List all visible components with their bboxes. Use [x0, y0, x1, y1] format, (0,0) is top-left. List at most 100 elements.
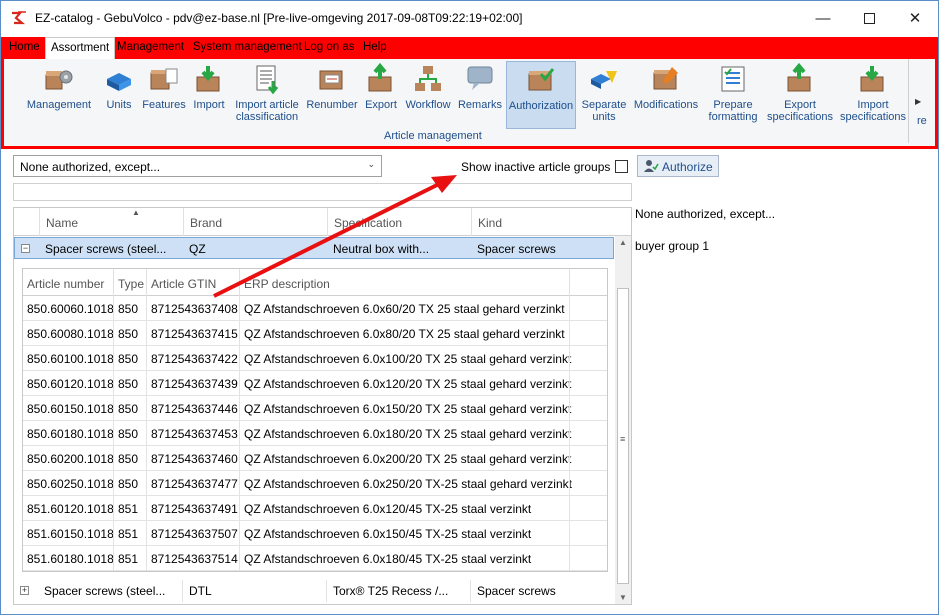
menu-log-on-as[interactable]: Log on as: [304, 41, 355, 53]
column-header-kind[interactable]: Kind: [471, 208, 615, 236]
article-row[interactable]: 850.60080.1018 850 8712543637415 QZ Afstand…: [23, 321, 607, 346]
ribbon-label: Import article classification: [235, 99, 299, 123]
ribbon-label: Units: [106, 99, 132, 111]
menu-assortment[interactable]: Assortment: [45, 37, 116, 59]
article-row[interactable]: 850.60060.1018 850 8712543637408 QZ Afstand…: [23, 296, 607, 321]
menu-bar: Home Assortment Management System manage…: [1, 37, 938, 59]
combo-value: None authorized, except...: [20, 160, 161, 174]
export-icon: [368, 63, 392, 92]
ribbon-prepare-formatting-button[interactable]: Prepare formatting: [704, 61, 762, 129]
ribbon-export-button[interactable]: Export: [362, 61, 400, 129]
menu-help[interactable]: Help: [363, 41, 387, 53]
menu-system-management[interactable]: System management: [193, 41, 302, 53]
erp-description-cell: QZ Afstandschroeven 6.0x80/20 TX 25 staa…: [239, 321, 569, 346]
ribbon-remarks-button[interactable]: Remarks: [456, 61, 504, 129]
article-row[interactable]: 850.60150.1018 850 8712543637446 QZ Afstand…: [23, 396, 607, 421]
spacer-cell: [569, 346, 607, 371]
column-header-article-gtin[interactable]: Article GTIN: [146, 269, 239, 296]
article-row[interactable]: 851.60180.1018 851 8712543637514 QZ Afstand…: [23, 546, 607, 571]
gtin-cell: 8712543637460: [146, 446, 239, 471]
type-cell: 850: [113, 421, 146, 446]
group-kind: Spacer screws: [470, 580, 614, 602]
group-row[interactable]: + Spacer screws (steel... DTL Torx® T25 …: [14, 580, 614, 602]
export-specifications-icon: [787, 63, 811, 92]
article-number-cell: 850.60250.1018: [27, 477, 114, 491]
ribbon-label: Renumber: [306, 99, 358, 111]
article-detail-grid: Article number Type Article GTIN ERP des…: [22, 268, 608, 572]
column-header-type[interactable]: Type: [113, 269, 146, 296]
article-number-cell: 850.60180.1018: [27, 427, 114, 441]
gtin-cell: 8712543637514: [146, 546, 239, 571]
article-row[interactable]: 850.60200.1018 850 8712543637460 QZ Afstand…: [23, 446, 607, 471]
side-item-none-authorized[interactable]: None authorized, except...: [635, 207, 775, 221]
ribbon-features-button[interactable]: Features: [141, 61, 187, 129]
minimize-button[interactable]: —: [800, 1, 846, 35]
type-cell: 850: [113, 321, 146, 346]
import-specifications-icon: [860, 66, 884, 92]
group-brand: DTL: [182, 580, 326, 602]
spacer-cell: [569, 396, 607, 421]
ribbon-import-button[interactable]: Import: [189, 61, 229, 129]
menu-home[interactable]: Home: [9, 41, 40, 53]
article-row[interactable]: 850.60180.1018 850 8712543637453 QZ Afstand…: [23, 421, 607, 446]
group-specification: Torx® T25 Recess /...: [326, 580, 470, 602]
expand-icon[interactable]: +: [20, 586, 29, 595]
scroll-thumb[interactable]: ≡: [617, 288, 629, 584]
spacer-cell: [569, 521, 607, 546]
article-groups-grid: Name ▲ Brand Specification Kind − Spacer…: [13, 207, 632, 605]
ribbon-export-specifications-button[interactable]: Export specifications: [764, 61, 836, 129]
ribbon-management-button[interactable]: Management: [24, 61, 94, 129]
column-header-specification[interactable]: Specification: [327, 208, 471, 236]
type-cell: 851: [113, 496, 146, 521]
ribbon-overflow[interactable]: ▶ re: [908, 59, 928, 143]
authorization-combo[interactable]: None authorized, except... ⌄: [13, 155, 382, 177]
maximize-icon: [863, 12, 875, 24]
separate-units-icon: [591, 71, 617, 89]
article-row[interactable]: 850.60250.1018 850 8712543637477 QZ Afstand…: [23, 471, 607, 496]
scroll-down-icon[interactable]: ▼: [619, 593, 627, 602]
ribbon-overflow-label: re: [917, 115, 927, 127]
grid-scrollbar[interactable]: ▲ ≡ ▼: [615, 236, 631, 604]
ribbon-label: Management: [26, 99, 92, 111]
column-header-article-number[interactable]: Article number: [23, 269, 113, 296]
gtin-cell: 8712543637491: [146, 496, 239, 521]
scroll-up-icon[interactable]: ▲: [619, 238, 627, 247]
ribbon-label: Separate units: [581, 99, 627, 123]
article-row[interactable]: 850.60120.1018 850 8712543637439 QZ Afstand…: [23, 371, 607, 396]
ribbon-renumber-button[interactable]: Renumber: [304, 61, 360, 129]
close-button[interactable]: ✕: [892, 1, 938, 35]
ribbon-separate-units-button[interactable]: Separate units: [578, 61, 630, 129]
article-number-cell: 850.60080.1018: [27, 327, 114, 341]
ribbon-modifications-button[interactable]: Modifications: [632, 61, 700, 129]
ribbon-units-button[interactable]: Units: [99, 61, 139, 129]
type-cell: 850: [113, 446, 146, 471]
chevron-down-icon: ⌄: [367, 159, 375, 169]
erp-description-cell: QZ Afstandschroeven 6.0x120/45 TX-25 sta…: [239, 496, 569, 521]
ribbon-import-specifications-button[interactable]: Import specifications: [838, 61, 908, 129]
ribbon-workflow-button[interactable]: Workflow: [402, 61, 454, 129]
column-header-erp-description[interactable]: ERP description: [239, 269, 569, 296]
ribbon-authorization-button[interactable]: Authorization: [506, 61, 576, 129]
sort-ascending-icon: ▲: [132, 208, 140, 217]
article-row[interactable]: 851.60120.1018 851 8712543637491 QZ Afstand…: [23, 496, 607, 521]
gtin-cell: 8712543637415: [146, 321, 239, 346]
column-header-name[interactable]: Name ▲: [39, 208, 183, 236]
side-item-buyer-group[interactable]: buyer group 1: [635, 239, 709, 253]
spacer-cell: [569, 446, 607, 471]
collapse-icon[interactable]: −: [21, 244, 30, 253]
column-header-brand[interactable]: Brand: [183, 208, 327, 236]
article-number-cell: 851.60150.1018: [27, 527, 114, 541]
maximize-button[interactable]: [846, 1, 892, 35]
features-icon: [150, 68, 178, 90]
spacer-cell: [569, 546, 607, 571]
article-row[interactable]: 851.60150.1018 851 8712543637507 QZ Afstand…: [23, 521, 607, 546]
show-inactive-checkbox[interactable]: [615, 160, 628, 173]
group-row[interactable]: − Spacer screws (steel... QZ Neutral box…: [14, 237, 614, 259]
ribbon-import-article-classification-button[interactable]: Import article classification: [231, 61, 303, 129]
authorize-button[interactable]: Authorize: [637, 155, 719, 177]
menu-management[interactable]: Management: [117, 41, 184, 53]
workflow-icon: [415, 66, 441, 91]
type-cell: 850: [113, 371, 146, 396]
article-row[interactable]: 850.60100.1018 850 8712543637422 QZ Afstand…: [23, 346, 607, 371]
filter-input[interactable]: [13, 183, 632, 201]
